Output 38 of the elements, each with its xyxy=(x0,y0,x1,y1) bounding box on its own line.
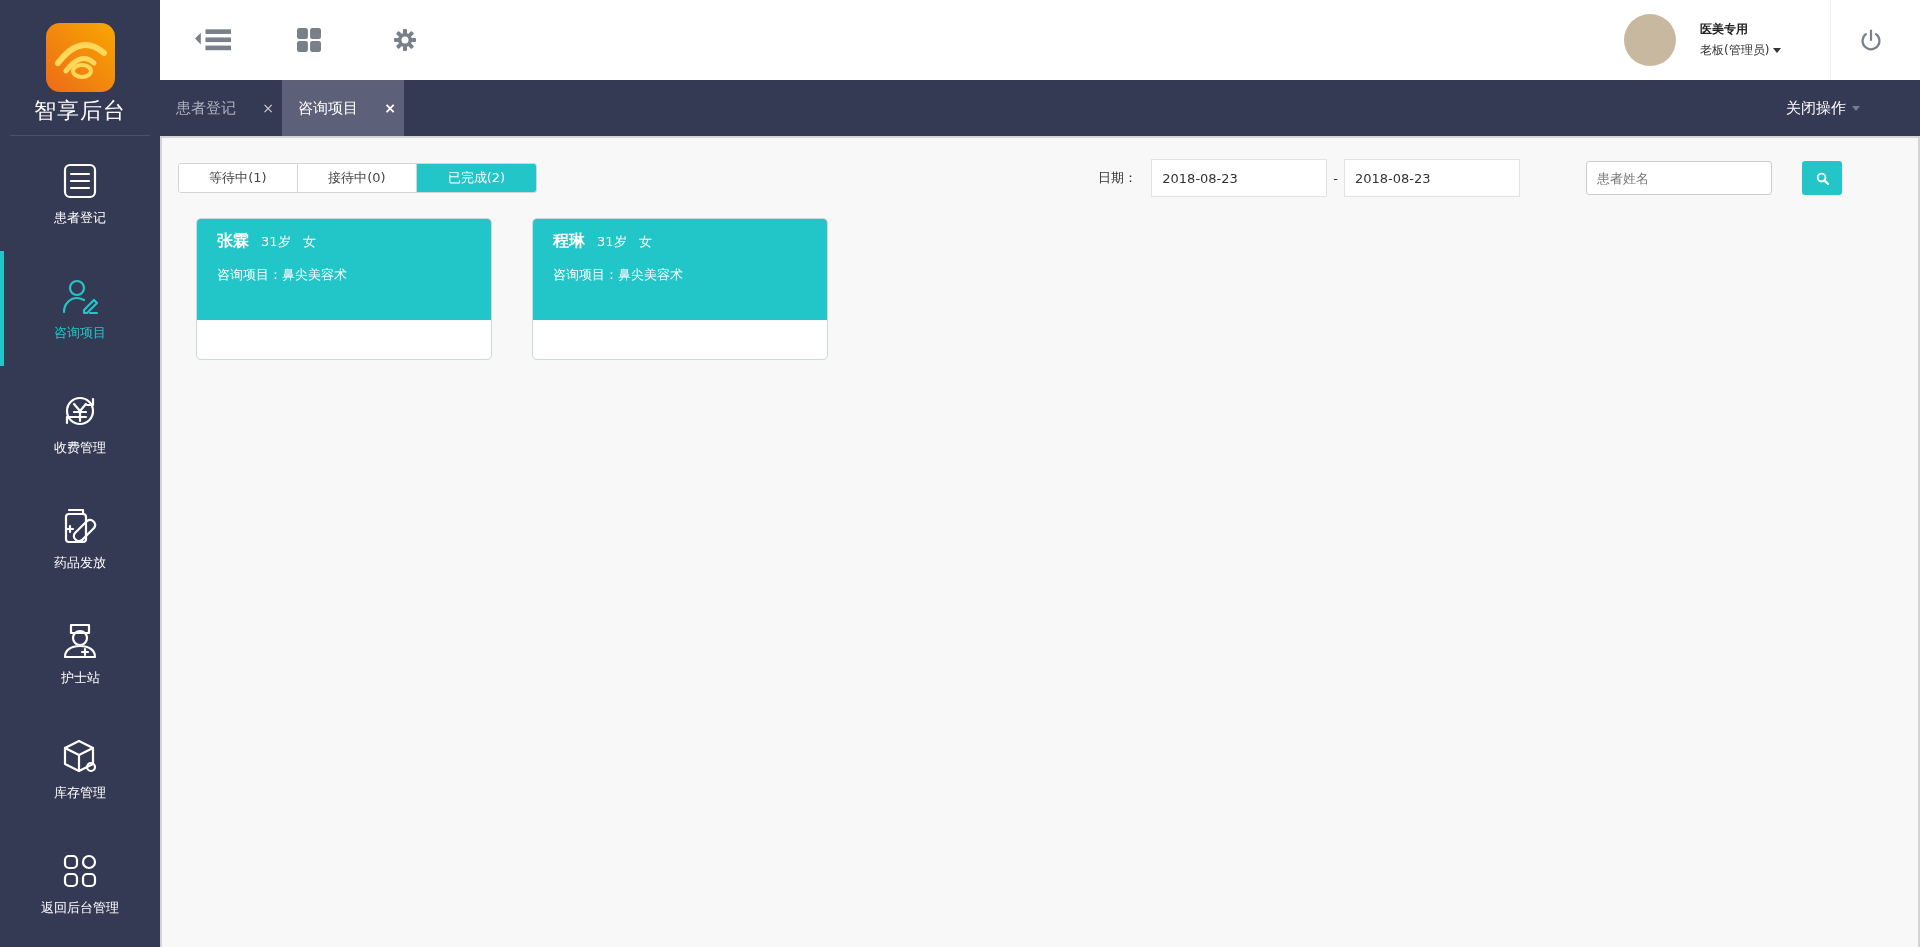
sidebar-item[interactable]: 收费管理 xyxy=(0,366,160,481)
date-from-field[interactable]: 2018-08-23 xyxy=(1151,159,1328,197)
user-name: 医美专用 xyxy=(1700,21,1749,38)
search-icon xyxy=(1815,171,1829,185)
power-icon[interactable] xyxy=(1859,29,1882,51)
patient-name: 程琳 xyxy=(553,231,585,252)
tab[interactable]: 患者登记 × xyxy=(160,80,282,136)
close-icon[interactable]: × xyxy=(262,100,274,116)
close-icon[interactable]: × xyxy=(384,100,396,116)
date-separator: - xyxy=(1333,170,1338,186)
close-operations-dropdown[interactable]: 关闭操作 xyxy=(1786,80,1860,136)
patient-age: 31岁 xyxy=(261,233,291,251)
sidebar-item[interactable]: 患者登记 xyxy=(0,136,160,251)
user-role-dropdown[interactable]: 老板(管理员) xyxy=(1700,42,1810,59)
menu-icon[interactable] xyxy=(195,27,231,53)
sidebar-item[interactable]: 护士站 xyxy=(0,596,160,711)
caret-icon xyxy=(1852,105,1860,111)
date-label: 日期： xyxy=(1098,169,1138,187)
tab[interactable]: 咨询项目 × xyxy=(282,80,404,136)
patient-age: 31岁 xyxy=(597,233,627,251)
status-tab[interactable]: 接待中(0) xyxy=(298,164,417,192)
patient-name-field[interactable]: 患者姓名 xyxy=(1586,161,1772,195)
sidebar-item[interactable]: 药品发放 xyxy=(0,481,160,596)
search-button[interactable] xyxy=(1802,161,1842,195)
app-logo-icon xyxy=(45,23,115,92)
sidebar-item[interactable]: 库存管理 xyxy=(0,711,160,826)
patient-gender: 女 xyxy=(638,233,652,251)
consult-project: 咨询项目：鼻尖美容术 xyxy=(217,266,348,284)
status-tab[interactable]: 等待中(1) xyxy=(179,164,298,192)
avatar xyxy=(1624,14,1676,66)
grid-icon[interactable] xyxy=(297,28,321,52)
date-to-field[interactable]: 2018-08-23 xyxy=(1344,159,1520,197)
patient-gender: 女 xyxy=(302,233,316,251)
consult-project: 咨询项目：鼻尖美容术 xyxy=(553,266,684,284)
patient-name: 张霖 xyxy=(217,231,249,252)
sidebar-item[interactable]: 返回后台管理 xyxy=(0,826,160,941)
caret-icon xyxy=(1773,48,1782,53)
app-logo-title: 智享后台 xyxy=(34,97,126,125)
